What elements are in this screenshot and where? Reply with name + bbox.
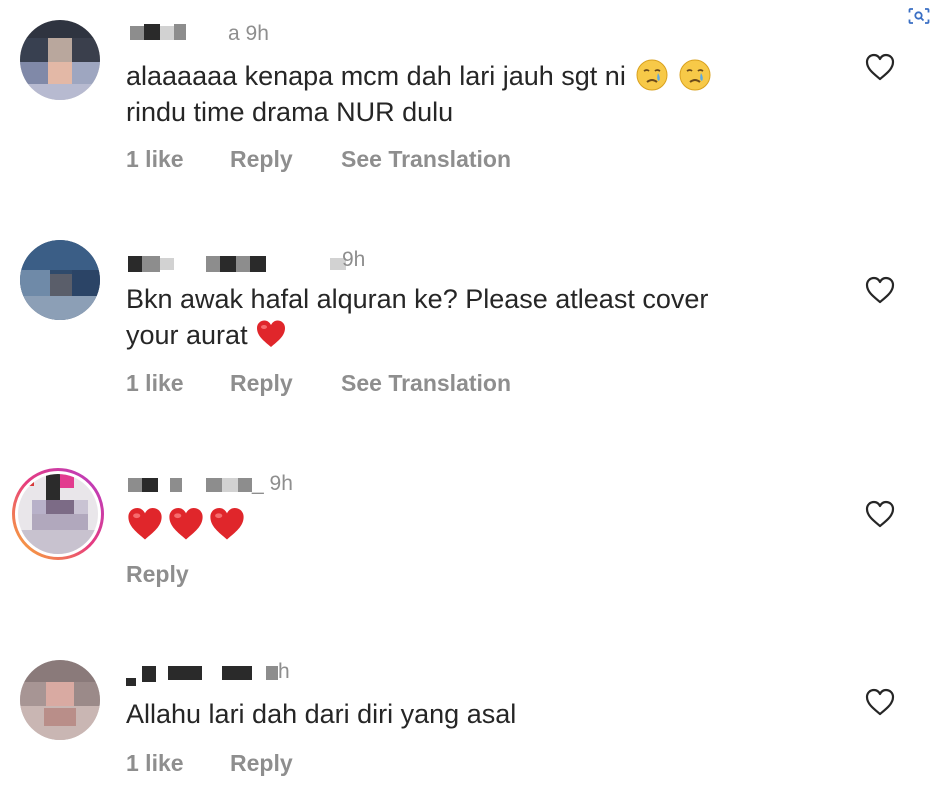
red-heart-emoji	[128, 507, 162, 540]
comment-text-line: Allahu lari dah dari diri yang asal	[126, 699, 517, 729]
comment-text-line: Bkn awak hafal alquran ke? Please atleas…	[126, 284, 709, 314]
comment-time: a 9h	[228, 22, 269, 45]
comment-text: alaaaaaa kenapa mcm dah lari jauh sgt ni…	[126, 58, 826, 130]
comment-time: _ 9h	[252, 472, 293, 495]
see-translation-button[interactable]: See Translation	[341, 370, 511, 397]
reply-button[interactable]: Reply	[230, 750, 293, 777]
heart-outline-icon	[865, 53, 895, 81]
crying-face-emoji	[679, 59, 711, 91]
reply-button[interactable]: Reply	[126, 561, 189, 588]
comment-text	[126, 505, 826, 546]
avatar[interactable]	[20, 240, 100, 320]
comment-time: h	[278, 660, 290, 683]
lens-button[interactable]	[901, 2, 937, 30]
heart-outline-icon	[865, 276, 895, 304]
heart-outline-icon	[865, 500, 895, 528]
like-button[interactable]	[864, 275, 896, 305]
lens-icon	[905, 4, 933, 28]
comment-time: 9h	[342, 248, 366, 271]
like-button[interactable]	[864, 687, 896, 717]
avatar[interactable]	[20, 660, 100, 740]
reply-button[interactable]: Reply	[230, 146, 293, 173]
comment-text: Allahu lari dah dari diri yang asal	[126, 696, 826, 732]
red-heart-emoji	[210, 507, 244, 540]
comment-header: h	[126, 660, 326, 686]
see-translation-button[interactable]: See Translation	[341, 146, 511, 173]
comment-text-line: your aurat	[126, 320, 248, 350]
reply-button[interactable]: Reply	[230, 370, 293, 397]
comment-text: Bkn awak hafal alquran ke? Please atleas…	[126, 281, 826, 353]
crying-face-emoji	[636, 59, 668, 91]
likes-count[interactable]: 1 like	[126, 370, 184, 397]
comment-text-line: rindu time drama NUR dulu	[126, 97, 454, 127]
comment-header: _ 9h	[126, 472, 346, 498]
comment-header: a 9h	[126, 22, 326, 48]
comment-text-line: alaaaaaa kenapa mcm dah lari jauh sgt ni	[126, 61, 626, 91]
like-button[interactable]	[864, 52, 896, 82]
likes-count[interactable]: 1 like	[126, 146, 184, 173]
red-heart-emoji	[169, 507, 203, 540]
like-button[interactable]	[864, 499, 896, 529]
comment-header: 9h	[126, 248, 426, 274]
avatar[interactable]	[20, 20, 100, 100]
red-heart-emoji	[257, 320, 286, 347]
likes-count[interactable]: 1 like	[126, 750, 184, 777]
heart-outline-icon	[865, 688, 895, 716]
avatar[interactable]	[12, 468, 104, 560]
